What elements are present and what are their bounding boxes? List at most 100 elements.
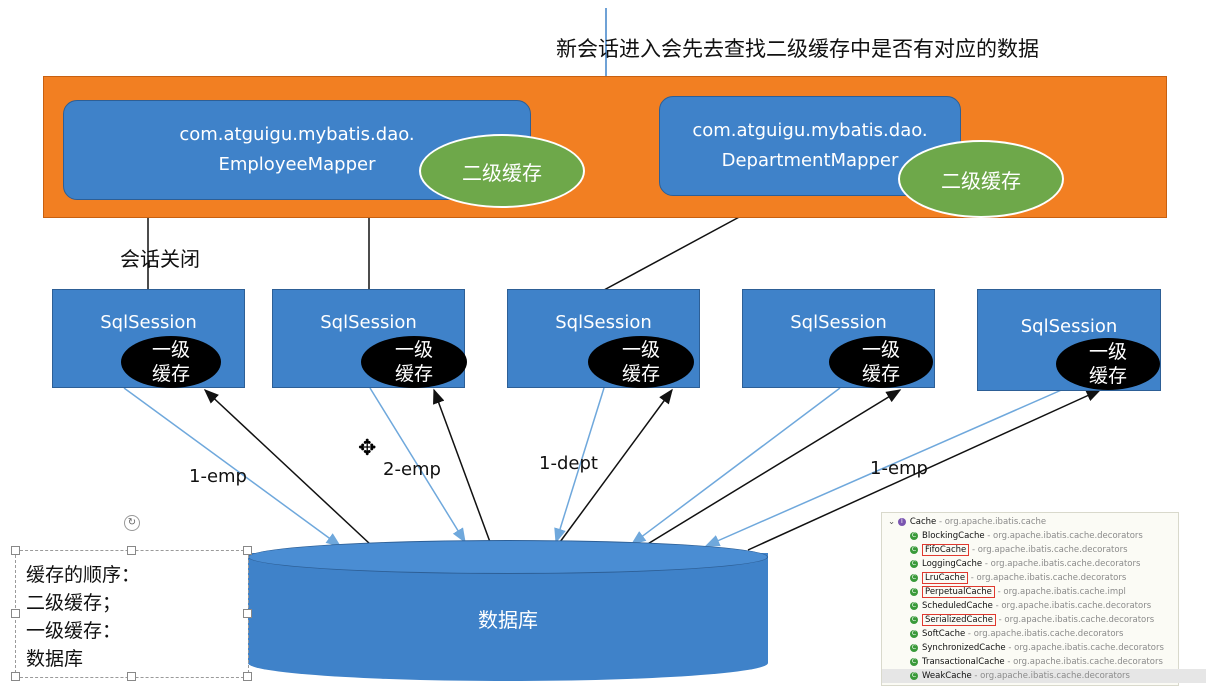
order-note-step1: 二级缓存； xyxy=(26,592,122,614)
database-top xyxy=(248,540,768,574)
tree-item-package: - org.apache.ibatis.cache.decorators xyxy=(984,531,1143,541)
resize-handle[interactable] xyxy=(11,609,20,618)
tree-item-row[interactable]: C SerializedCache - org.apache.ibatis.cac… xyxy=(882,613,1206,627)
class-icon: C xyxy=(910,671,918,680)
cache-line1: 一级 xyxy=(394,339,433,361)
interface-icon: I xyxy=(897,517,906,526)
tree-root-package: - org.apache.ibatis.cache xyxy=(936,517,1047,527)
resize-handle[interactable] xyxy=(127,672,136,681)
cache-class-hierarchy-panel: ⌄ I Cache - org.apache.ibatis.cache C Bloc… xyxy=(881,512,1206,686)
class-icon: C xyxy=(910,573,918,582)
tree-item-class: FifoCache xyxy=(922,544,970,556)
rotate-handle-icon[interactable]: ↻ xyxy=(124,515,140,531)
first-level-cache: 一级 缓存 xyxy=(829,336,933,388)
tree-item-row-selected[interactable]: C WeakCache - org.apache.ibatis.cache.dec… xyxy=(882,669,1206,683)
cache-line1: 一级 xyxy=(861,339,900,361)
sql-session-3[interactable]: SqlSession 一级 缓存 xyxy=(507,289,700,388)
sql-session-2[interactable]: SqlSession 一级 缓存 xyxy=(272,289,467,388)
session-close-label: 会话关闭 xyxy=(120,247,200,271)
tree-item-class: PerpetualCache xyxy=(922,586,995,598)
sql-session-1[interactable]: SqlSession 一级 缓存 xyxy=(52,289,245,388)
resize-handle[interactable] xyxy=(11,672,20,681)
cache-line2: 缓存 xyxy=(621,363,660,385)
cache-line1: 一级 xyxy=(1088,341,1127,363)
tree-item-row[interactable]: C ScheduledCache - org.apache.ibatis.cach… xyxy=(882,599,1206,613)
tree-item-row[interactable]: C SoftCache - org.apache.ibatis.cache.dec… xyxy=(882,627,1206,641)
cache-line2: 缓存 xyxy=(861,363,900,385)
arrow-db-to-session4 xyxy=(645,389,902,546)
sql-session-label: SqlSession xyxy=(790,312,887,333)
resize-handle[interactable] xyxy=(243,609,252,618)
tree-item-class: ScheduledCache xyxy=(922,601,993,611)
class-icon: C xyxy=(910,615,918,624)
tree-item-row[interactable]: C SynchronizedCache - org.apache.ibatis.c… xyxy=(882,641,1206,655)
cache-line2: 缓存 xyxy=(1088,365,1127,387)
tree-item-class: LruCache xyxy=(922,572,969,584)
tree-item-row[interactable]: C PerpetualCache - org.apache.ibatis.cach… xyxy=(882,585,1206,599)
tree-item-row[interactable]: C TransactionalCache - org.apache.ibatis.… xyxy=(882,655,1206,669)
resize-handle[interactable] xyxy=(11,546,20,555)
edge-label-1-dept: 1-dept xyxy=(539,453,598,474)
tree-item-package: - org.apache.ibatis.cache.decorators xyxy=(965,629,1124,639)
resize-handle[interactable] xyxy=(127,546,136,555)
first-level-cache: 一级 缓存 xyxy=(1056,338,1160,390)
sql-session-4[interactable]: SqlSession 一级 缓存 xyxy=(742,289,935,388)
edge-label-1-emp: 1-emp xyxy=(189,466,247,487)
edge-label-1-emp-right: 1-emp xyxy=(870,458,928,479)
tree-item-row[interactable]: C LruCache - org.apache.ibatis.cache.deco… xyxy=(882,571,1206,585)
resize-handle[interactable] xyxy=(243,546,252,555)
tree-item-package: - org.apache.ibatis.cache.decorators xyxy=(995,615,1155,625)
move-cursor-icon: ✥ xyxy=(358,436,377,461)
tree-item-row[interactable]: C LoggingCache - org.apache.ibatis.cache.… xyxy=(882,557,1206,571)
class-icon: C xyxy=(910,657,918,666)
class-icon: C xyxy=(910,559,918,568)
tree-item-package: - org.apache.ibatis.cache.decorators xyxy=(1005,643,1164,653)
cache-line1: 一级 xyxy=(621,339,660,361)
order-note-step3: 数据库 xyxy=(26,648,84,670)
cache-line2: 缓存 xyxy=(151,363,190,385)
tree-item-class: WeakCache xyxy=(922,671,972,681)
tree-item-class: SoftCache xyxy=(922,629,966,639)
tree-item-class: SynchronizedCache xyxy=(922,643,1006,653)
cache-line1: 一级 xyxy=(151,339,190,361)
tree-item-package: - org.apache.ibatis.cache.decorators xyxy=(968,573,1127,583)
first-level-cache: 一级 缓存 xyxy=(361,336,467,388)
edge-label-2-emp: 2-emp xyxy=(383,459,441,480)
tree-item-row[interactable]: C FifoCache - org.apache.ibatis.cache.dec… xyxy=(882,543,1206,557)
class-icon: C xyxy=(910,629,918,638)
top-note: 新会话进入会先去查找二级缓存中是否有对应的数据 xyxy=(556,37,1039,61)
tree-root-class: Cache xyxy=(909,517,937,527)
tree-item-package: - org.apache.ibatis.cache.decorators xyxy=(1004,657,1163,667)
tree-item-class: BlockingCache xyxy=(922,531,985,541)
tree-item-package: - org.apache.ibatis.cache.decorators xyxy=(982,559,1141,569)
tree-item-package: - org.apache.ibatis.cache.decorators xyxy=(992,601,1152,611)
resize-handle[interactable] xyxy=(243,672,252,681)
order-note-title: 缓存的顺序： xyxy=(26,564,141,586)
sql-session-5[interactable]: SqlSession 一级 缓存 xyxy=(977,289,1161,391)
sql-session-label: SqlSession xyxy=(1020,316,1118,337)
tree-item-package: - org.apache.ibatis.cache.decorators xyxy=(971,671,1130,681)
arrow-db-to-session2 xyxy=(433,388,491,543)
employee-second-level-cache[interactable]: 二级缓存 xyxy=(419,134,585,208)
sql-session-label: SqlSession xyxy=(555,312,652,333)
tree-item-class: TransactionalCache xyxy=(922,657,1005,667)
department-mapper-line1: com.atguigu.mybatis.dao. xyxy=(692,120,928,141)
tree-root-row[interactable]: ⌄ I Cache - org.apache.ibatis.cache xyxy=(882,515,1184,529)
tree-item-row[interactable]: C BlockingCache - org.apache.ibatis.cache… xyxy=(882,529,1206,543)
arrow-session4-to-db xyxy=(630,387,841,545)
class-icon: C xyxy=(910,545,918,554)
first-level-cache: 一级 缓存 xyxy=(121,336,221,388)
tree-item-class: LoggingCache xyxy=(922,559,983,569)
sql-session-label: SqlSession xyxy=(320,312,417,333)
order-note-step2: 一级缓存： xyxy=(26,620,122,642)
tree-item-class: SerializedCache xyxy=(922,614,996,626)
class-icon: C xyxy=(910,643,918,652)
tree-item-package: - org.apache.ibatis.cache.decorators xyxy=(969,545,1128,555)
department-second-level-cache[interactable]: 二级缓存 xyxy=(898,140,1064,218)
first-level-cache: 一级 缓存 xyxy=(588,336,694,388)
class-icon: C xyxy=(910,601,918,610)
cache-line2: 缓存 xyxy=(394,363,433,385)
class-icon: C xyxy=(910,587,918,596)
tree-item-package: - org.apache.ibatis.cache.impl xyxy=(994,587,1126,597)
sql-session-label: SqlSession xyxy=(100,312,197,333)
